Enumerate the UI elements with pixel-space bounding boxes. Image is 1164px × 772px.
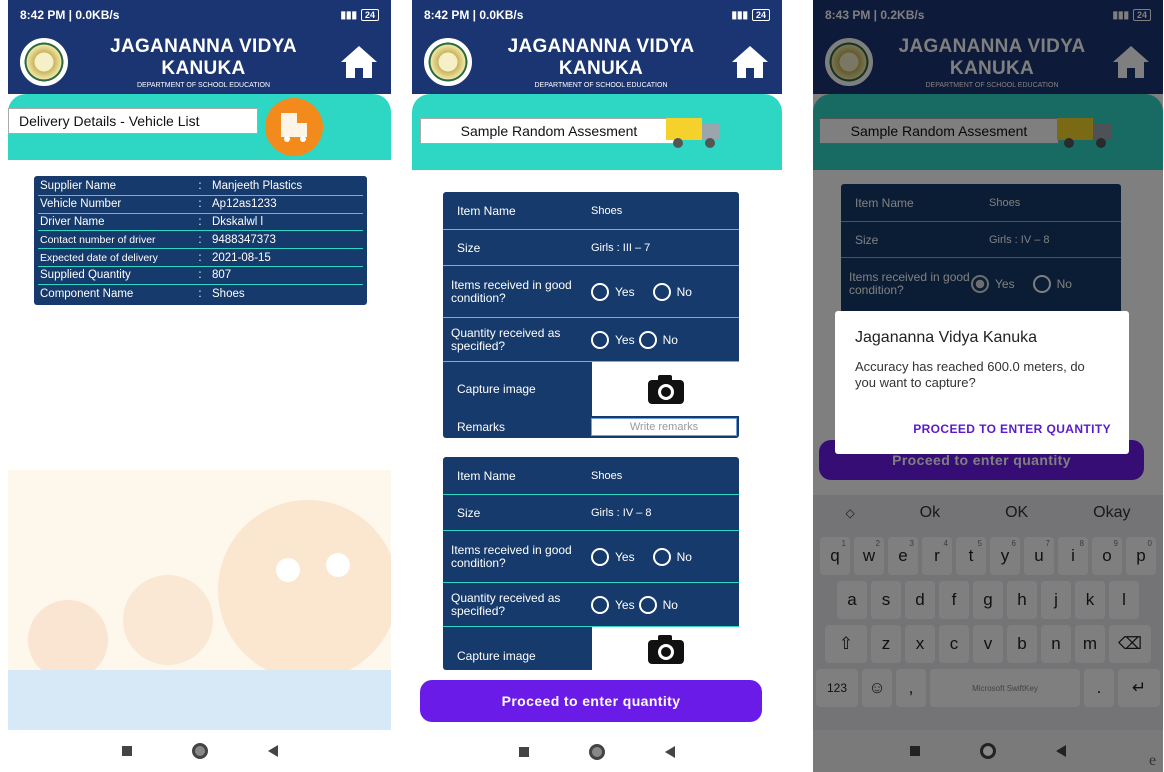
item-card: Item Name Shoes Size Girls : III – 7 Items… <box>443 192 739 438</box>
home-icon[interactable] <box>339 42 379 82</box>
banner: Delivery Details - Vehicle List <box>8 94 391 160</box>
screen-random-assessment: 8:42 PM | 0.0KB/s ▮▮▮ 24 JAGANANNA VIDYA… <box>412 0 782 772</box>
remarks-input[interactable]: Write remarks <box>591 418 737 436</box>
camera-icon <box>647 375 684 404</box>
status-bar: 8:42 PM | 0.0KB/s ▮▮▮ 24 <box>412 0 782 30</box>
dialog-title: Jagananna Vidya Kanuka <box>855 329 1038 346</box>
banner: Sample Random Assesment <box>412 94 782 170</box>
recents-icon[interactable] <box>519 747 529 757</box>
recents-icon[interactable] <box>121 746 132 756</box>
back-icon[interactable] <box>267 745 278 757</box>
status-time: 8:42 PM | 0.0KB/s <box>20 8 120 22</box>
size-value: Girls : IV – 8 <box>591 506 652 519</box>
banner-label: Delivery Details - Vehicle List <box>8 108 258 134</box>
app-subtitle: DEPARTMENT OF SCHOOL EDUCATION <box>136 81 270 89</box>
status-icons: ▮▮▮ 24 <box>731 9 770 21</box>
table-row: Supplier Name: Manjeeth Plastics <box>38 178 363 196</box>
status-bar: 8:42 PM | 0.0KB/s ▮▮▮ 24 <box>8 0 391 30</box>
state-emblem-logo <box>424 38 472 86</box>
accuracy-dialog: Jagananna Vidya Kanuka Accuracy has reac… <box>835 311 1129 454</box>
signal-icon: ▮▮▮ <box>731 9 748 21</box>
dialog-message: Accuracy has reached 600.0 meters, do yo… <box>855 359 1085 390</box>
item-name-value: Shoes <box>591 204 623 217</box>
quantity-no-radio[interactable]: No <box>638 330 678 349</box>
good-condition-no-radio[interactable]: No <box>652 547 692 566</box>
status-icons: ▮▮▮ 24 <box>340 9 379 21</box>
table-row: Supplied Quantity:807 <box>38 267 363 285</box>
back-icon[interactable] <box>665 746 675 758</box>
app-title: JAGANANNA VIDYA KANUKA <box>110 35 297 79</box>
android-nav-bar <box>412 732 782 772</box>
back-icon[interactable] <box>1056 745 1066 757</box>
radio-circle-icon <box>591 547 609 566</box>
capture-image-button[interactable] <box>592 362 739 416</box>
delivery-truck-icon <box>666 118 720 148</box>
radio-circle-icon <box>652 547 671 566</box>
radio-circle-icon <box>652 282 671 301</box>
table-row: Vehicle Number: Ap12as1233 <box>38 196 363 214</box>
banner-label: Sample Random Assesment <box>420 118 678 144</box>
camera-icon <box>647 634 684 664</box>
state-emblem-logo <box>20 38 68 86</box>
home-icon[interactable] <box>730 42 770 82</box>
home-nav-icon[interactable] <box>980 743 996 759</box>
home-nav-icon[interactable] <box>589 744 605 760</box>
proceed-button[interactable]: Proceed to enter quantity <box>420 680 762 722</box>
quantity-yes-radio[interactable]: Yes <box>591 330 635 349</box>
quantity-no-radio[interactable]: No <box>638 595 678 614</box>
item-name-value: Shoes <box>591 469 623 482</box>
table-row: Driver Name: Dkskalwl l <box>38 214 363 232</box>
good-condition-yes-radio[interactable]: Yes <box>591 282 635 301</box>
app-header: JAGANANNA VIDYA KANUKA DEPARTMENT OF SCH… <box>8 30 391 94</box>
screen-vehicle-list: 8:42 PM | 0.0KB/s ▮▮▮ 24 JAGANANNA VIDYA… <box>8 0 391 772</box>
radio-circle-icon <box>591 282 609 301</box>
battery-icon: 24 <box>751 9 770 21</box>
table-row: Component Name: Shoes <box>40 287 245 300</box>
delivery-details-table: Supplier Name: Manjeeth Plastics Vehicle … <box>34 176 367 305</box>
screen-capture-dialog: 8:43 PM | 0.2KB/s ▮▮▮ 24 JAGANANNA VIDYA… <box>813 0 1163 772</box>
recents-icon[interactable] <box>910 746 920 756</box>
kids-illustration <box>8 470 391 730</box>
app-header: JAGANANNA VIDYA KANUKA DEPARTMENT OF SCH… <box>412 30 782 94</box>
table-row: Expected date of delivery:2021-08-15 <box>38 249 363 267</box>
table-row: Contact number of driver:9488347373 <box>38 231 363 250</box>
radio-circle-icon <box>591 595 609 614</box>
signal-icon: ▮▮▮ <box>340 9 357 21</box>
capture-image-button[interactable] <box>592 627 739 670</box>
good-condition-yes-radio[interactable]: Yes <box>591 547 635 566</box>
radio-circle-icon <box>638 595 657 614</box>
stray-text: e <box>1149 752 1157 769</box>
android-nav-bar <box>8 730 391 772</box>
status-time: 8:42 PM | 0.0KB/s <box>424 8 524 22</box>
size-value: Girls : III – 7 <box>591 241 651 254</box>
delivery-truck-icon <box>265 98 323 156</box>
battery-icon: 24 <box>360 9 379 21</box>
home-nav-icon[interactable] <box>191 743 208 759</box>
android-nav-bar <box>813 730 1163 772</box>
quantity-yes-radio[interactable]: Yes <box>591 595 635 614</box>
good-condition-no-radio[interactable]: No <box>652 282 692 301</box>
dialog-proceed-button[interactable]: PROCEED TO ENTER QUANTITY <box>913 422 1111 436</box>
app-subtitle: DEPARTMENT OF SCHOOL EDUCATION <box>534 81 668 89</box>
item-card: Item NameShoes SizeGirls : IV – 8 Items … <box>443 457 739 670</box>
radio-circle-icon <box>591 330 609 349</box>
app-title: JAGANANNA VIDYA KANUKA <box>507 35 695 79</box>
radio-circle-icon <box>638 330 657 349</box>
